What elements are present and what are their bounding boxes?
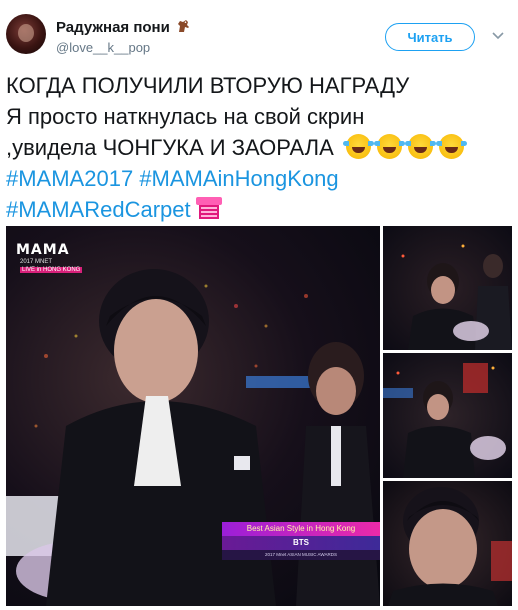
- tweet-text: КОГДА ПОЛУЧИЛИ ВТОРУЮ НАГРАДУ Я просто н…: [6, 70, 514, 225]
- hashtag-mamaredcarpet[interactable]: #MAMARedCarpet: [6, 197, 191, 222]
- award-caption: Best Asian Style in Hong Kong BTS 2017 M…: [222, 522, 380, 562]
- thumbnail-photo-3[interactable]: [383, 481, 512, 606]
- tweet-header: Радужная пони @love__k__pop Читать: [0, 0, 518, 64]
- tweet-media[interactable]: MAMA 2017 MNET LIVE in HONG KONG Best As…: [6, 226, 512, 606]
- mama-logo: MAMA 2017 MNET LIVE in HONG KONG: [12, 242, 83, 278]
- thumbnail-scene-3: [388, 487, 512, 606]
- mama-sticker-icon: [195, 197, 222, 219]
- tweet-line-2: Я просто наткнулась на свой скрин: [6, 104, 365, 129]
- tweet-line-1: КОГДА ПОЛУЧИЛИ ВТОРУЮ НАГРАДУ: [6, 73, 410, 98]
- thumbnail-photo-1[interactable]: [383, 226, 512, 350]
- horse-icon: [178, 20, 190, 32]
- award-caption-name: BTS: [222, 536, 380, 550]
- chevron-down-icon[interactable]: [492, 31, 504, 41]
- main-photo[interactable]: MAMA 2017 MNET LIVE in HONG KONG Best As…: [6, 226, 380, 606]
- award-caption-title: Best Asian Style in Hong Kong: [222, 522, 380, 536]
- thumbnail-scene-2: [383, 363, 506, 478]
- thumbnail-photo-2[interactable]: [383, 353, 512, 478]
- display-name[interactable]: Радужная пони: [56, 19, 190, 36]
- mama-logo-sub: 2017 MNET: [20, 259, 53, 265]
- face-with-tears-of-joy-icon: [342, 134, 374, 159]
- tweet-line-3-wrap: ,увидела ЧОНГУКА И ЗАОРАЛА: [6, 132, 514, 163]
- hashtag-line-2: #MAMARedCarpet: [6, 194, 514, 225]
- hashtag-mamainhongkong[interactable]: #MAMAinHongKong: [139, 166, 338, 191]
- face-with-tears-of-joy-icon: [435, 134, 467, 159]
- hashtag-mama2017[interactable]: #MAMA2017: [6, 166, 133, 191]
- follow-button[interactable]: Читать: [385, 23, 475, 51]
- user-avatar[interactable]: [6, 14, 46, 54]
- mama-logo-title: MAMA: [16, 242, 70, 258]
- hashtag-line-1: #MAMA2017 #MAMAinHongKong: [6, 163, 514, 194]
- face-with-tears-of-joy-icon: [404, 134, 436, 159]
- thumbnail-scene-1: [401, 244, 512, 350]
- mama-logo-live: LIVE in HONG KONG: [20, 267, 83, 273]
- award-caption-event: 2017 Mnet ASIAN MUSIC AWARDS: [222, 550, 380, 560]
- user-handle[interactable]: @love__k__pop: [56, 40, 150, 55]
- tweet-line-3: ,увидела ЧОНГУКА И ЗАОРАЛА: [6, 135, 334, 160]
- display-name-text: Радужная пони: [56, 19, 170, 36]
- face-with-tears-of-joy-icon: [373, 134, 405, 159]
